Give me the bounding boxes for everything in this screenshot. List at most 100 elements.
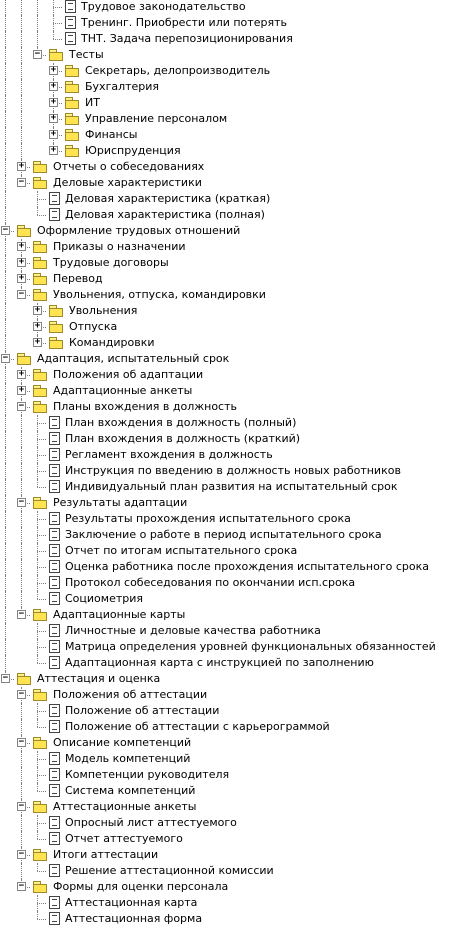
tree-item-folder[interactable]: + Командировки <box>0 335 455 351</box>
expand-toggle-icon[interactable]: + <box>49 82 58 91</box>
expand-toggle-icon[interactable]: + <box>33 338 42 347</box>
tree-item-document[interactable]: Заключение о работе в период испытательн… <box>0 527 455 543</box>
tree-item-label: Инструкция по введению в должность новых… <box>65 464 401 477</box>
folder-open-icon <box>49 49 63 61</box>
tree-item-folder[interactable]: − Оформление трудовых отношений <box>0 223 455 239</box>
tree-item-document[interactable]: Решение аттестационной комиссии <box>0 863 455 879</box>
tree-item-folder[interactable]: − Аттестация и оценка <box>0 671 455 687</box>
tree-item-folder[interactable]: + Адаптационные анкеты <box>0 383 455 399</box>
tree-view[interactable]: Трудовое законодательство Тренинг. Приобр… <box>0 0 455 925</box>
tree-guide-line <box>5 607 6 623</box>
collapse-toggle-icon[interactable]: − <box>17 850 26 859</box>
collapse-toggle-icon[interactable]: − <box>17 738 26 747</box>
expand-toggle-icon[interactable]: + <box>49 114 58 123</box>
collapse-toggle-icon[interactable]: − <box>17 802 26 811</box>
expand-toggle-icon[interactable]: + <box>17 386 26 395</box>
tree-guide-line <box>21 63 22 79</box>
tree-item-folder[interactable]: + Приказы о назначении <box>0 239 455 255</box>
tree-item-document[interactable]: Модель компетенций <box>0 751 455 767</box>
expand-toggle-icon[interactable]: + <box>17 274 26 283</box>
tree-item-folder[interactable]: + Увольнения <box>0 303 455 319</box>
collapse-toggle-icon[interactable]: − <box>17 290 26 299</box>
tree-item-folder[interactable]: − Адаптационные карты <box>0 607 455 623</box>
collapse-toggle-icon[interactable]: − <box>1 674 10 683</box>
tree-item-folder[interactable]: + Финансы <box>0 127 455 143</box>
tree-item-folder[interactable]: − Адаптация, испытательный срок <box>0 351 455 367</box>
expand-toggle-icon[interactable]: + <box>17 242 26 251</box>
tree-item-document[interactable]: Протокол собеседования по окончании исп.… <box>0 575 455 591</box>
tree-item-document[interactable]: Опросный лист аттестуемого <box>0 815 455 831</box>
tree-item-label: ТНТ. Задача перепозиционирования <box>81 32 293 45</box>
tree-item-document[interactable]: Социометрия <box>0 591 455 607</box>
tree-item-document[interactable]: Компетенции руководителя <box>0 767 455 783</box>
tree-item-folder[interactable]: + Юриспруденция <box>0 143 455 159</box>
tree-item-folder[interactable]: − Формы для оценки персонала <box>0 879 455 895</box>
tree-item-folder[interactable]: − Тесты <box>0 47 455 63</box>
tree-item-label: Трудовые договоры <box>53 256 169 269</box>
tree-item-folder[interactable]: − Деловые характеристики <box>0 175 455 191</box>
tree-item-folder[interactable]: − Планы вхождения в должность <box>0 399 455 415</box>
expand-toggle-icon[interactable]: + <box>33 306 42 315</box>
tree-item-folder[interactable]: + Бухгалтерия <box>0 79 455 95</box>
folder-icon <box>33 273 47 285</box>
tree-item-folder[interactable]: − Аттестационные анкеты <box>0 799 455 815</box>
tree-item-document[interactable]: Система компетенций <box>0 783 455 799</box>
expand-toggle-icon[interactable]: + <box>49 66 58 75</box>
tree-item-document[interactable]: Деловая характеристика (краткая) <box>0 191 455 207</box>
collapse-toggle-icon[interactable]: − <box>17 402 26 411</box>
expand-toggle-icon[interactable]: + <box>17 162 26 171</box>
tree-item-folder[interactable]: + Положения об адаптации <box>0 367 455 383</box>
tree-item-folder[interactable]: + Секретарь, делопроизводитель <box>0 63 455 79</box>
collapse-toggle-icon[interactable]: − <box>17 498 26 507</box>
expand-toggle-icon[interactable]: + <box>33 322 42 331</box>
tree-item-document[interactable]: Оценка работника после прохождения испыт… <box>0 559 455 575</box>
folder-icon <box>33 369 47 381</box>
tree-item-document[interactable]: ТНТ. Задача перепозиционирования <box>0 31 455 47</box>
tree-item-folder[interactable]: − Результаты адаптации <box>0 495 455 511</box>
tree-item-document[interactable]: Результаты прохождения испытательного ср… <box>0 511 455 527</box>
tree-item-document[interactable]: Положение об аттестации <box>0 703 455 719</box>
tree-item-document[interactable]: Положение об аттестации с карьерограммой <box>0 719 455 735</box>
tree-item-folder[interactable]: + Управление персоналом <box>0 111 455 127</box>
tree-item-folder[interactable]: + Трудовые договоры <box>0 255 455 271</box>
tree-item-folder[interactable]: + Отчеты о собеседованиях <box>0 159 455 175</box>
tree-item-document[interactable]: Личностные и деловые качества работника <box>0 623 455 639</box>
tree-item-document[interactable]: Адаптационная карта с инструкцией по зап… <box>0 655 455 671</box>
tree-item-document[interactable]: Инструкция по введению в должность новых… <box>0 463 455 479</box>
tree-item-document[interactable]: Тренинг. Приобрести или потерять <box>0 15 455 31</box>
tree-item-document[interactable]: Индивидуальный план развития на испытате… <box>0 479 455 495</box>
collapse-toggle-icon[interactable]: − <box>1 226 10 235</box>
tree-item-folder[interactable]: + ИТ <box>0 95 455 111</box>
tree-item-document[interactable]: Отчет аттестуемого <box>0 831 455 847</box>
tree-item-folder[interactable]: − Описание компетенций <box>0 735 455 751</box>
tree-item-document[interactable]: План вхождения в должность (полный) <box>0 415 455 431</box>
tree-item-label: Отпуска <box>69 320 118 333</box>
tree-item-document[interactable]: Матрица определения уровней функциональн… <box>0 639 455 655</box>
collapse-toggle-icon[interactable]: − <box>17 610 26 619</box>
tree-item-folder[interactable]: + Отпуска <box>0 319 455 335</box>
tree-guide-line <box>21 15 22 31</box>
tree-item-document[interactable]: Аттестационная форма <box>0 911 455 925</box>
expand-toggle-icon[interactable]: + <box>17 258 26 267</box>
collapse-toggle-icon[interactable]: − <box>33 50 42 59</box>
tree-item-folder[interactable]: + Перевод <box>0 271 455 287</box>
tree-item-folder[interactable]: − Итоги аттестации <box>0 847 455 863</box>
document-icon <box>49 592 60 605</box>
tree-item-document[interactable]: Деловая характеристика (полная) <box>0 207 455 223</box>
document-icon <box>49 864 60 877</box>
expand-toggle-icon[interactable]: + <box>49 98 58 107</box>
collapse-toggle-icon[interactable]: − <box>17 882 26 891</box>
tree-item-folder[interactable]: − Увольнения, отпуска, командировки <box>0 287 455 303</box>
collapse-toggle-icon[interactable]: − <box>17 178 26 187</box>
tree-item-document[interactable]: Трудовое законодательство <box>0 0 455 15</box>
tree-item-document[interactable]: Отчет по итогам испытательного срока <box>0 543 455 559</box>
tree-item-document[interactable]: Регламент вхождения в должность <box>0 447 455 463</box>
expand-toggle-icon[interactable]: + <box>49 130 58 139</box>
collapse-toggle-icon[interactable]: − <box>1 354 10 363</box>
tree-item-folder[interactable]: − Положения об аттестации <box>0 687 455 703</box>
collapse-toggle-icon[interactable]: − <box>17 690 26 699</box>
expand-toggle-icon[interactable]: + <box>49 146 58 155</box>
tree-item-document[interactable]: Аттестационная карта <box>0 895 455 911</box>
tree-item-document[interactable]: План вхождения в должность (краткий) <box>0 431 455 447</box>
expand-toggle-icon[interactable]: + <box>17 370 26 379</box>
